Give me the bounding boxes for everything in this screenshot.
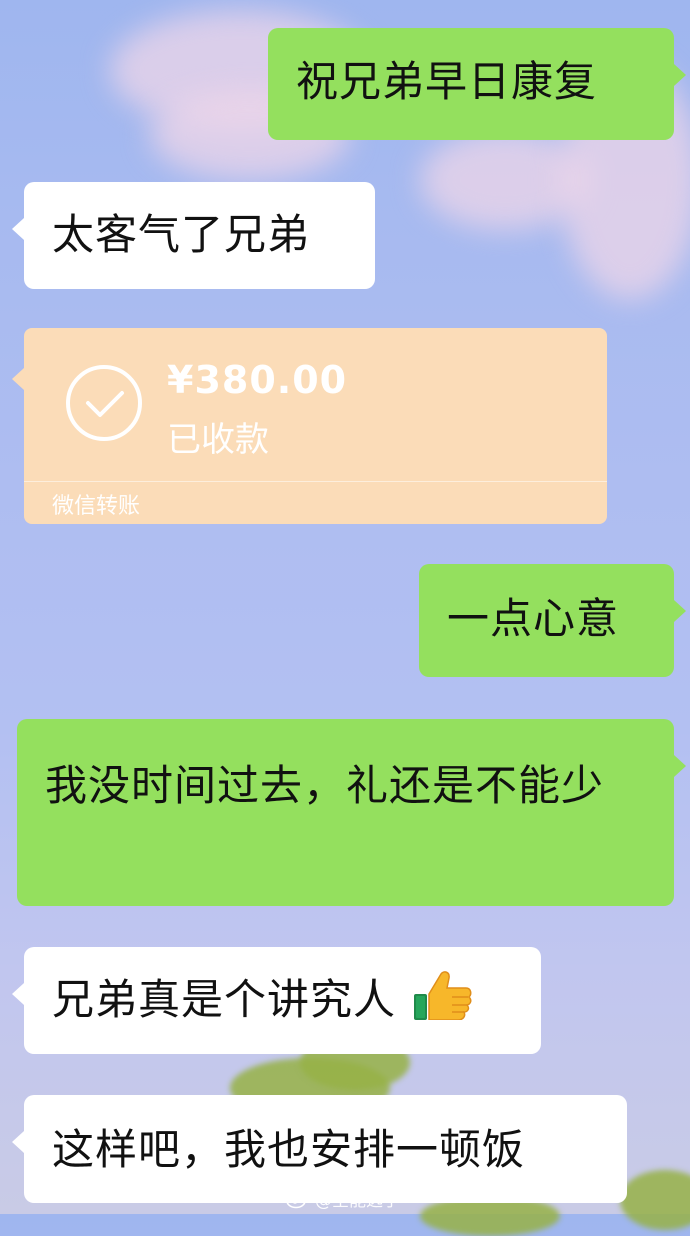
message-text: 我没时间过去，礼还是不能少 (45, 761, 605, 810)
watermark: @全能选手 (286, 1186, 400, 1211)
chat-message-received[interactable]: 兄弟真是个讲究人 (12, 947, 541, 1054)
background-foliage (620, 1170, 690, 1230)
transfer-divider (24, 481, 607, 482)
message-text: 祝兄弟早日康复 (296, 57, 598, 106)
chat-message-sent[interactable]: 我没时间过去，礼还是不能少 (17, 719, 686, 906)
chat-message-sent[interactable]: 一点心意 (419, 564, 686, 677)
transfer-amount: ¥380.00 (167, 358, 348, 402)
chat-message-sent[interactable]: 祝兄弟早日康复 (268, 28, 686, 140)
thumbs-up-icon (414, 970, 472, 1021)
message-text: 这样吧，我也安排一顿饭 (52, 1125, 526, 1174)
message-text: 兄弟真是个讲究人 (52, 975, 397, 1024)
chat-message-received[interactable]: 太客气了兄弟 (12, 182, 375, 289)
message-text: 太客气了兄弟 (52, 210, 311, 259)
transfer-label: 微信转账 (52, 494, 141, 519)
weibo-icon (286, 1188, 310, 1208)
check-circle-icon (66, 365, 142, 441)
watermark-text: @全能选手 (315, 1191, 400, 1211)
transfer-status: 已收款 (167, 420, 269, 460)
message-text: 一点心意 (447, 594, 620, 643)
wechat-transfer-card[interactable]: ¥380.00 已收款 微信转账 (12, 328, 607, 524)
